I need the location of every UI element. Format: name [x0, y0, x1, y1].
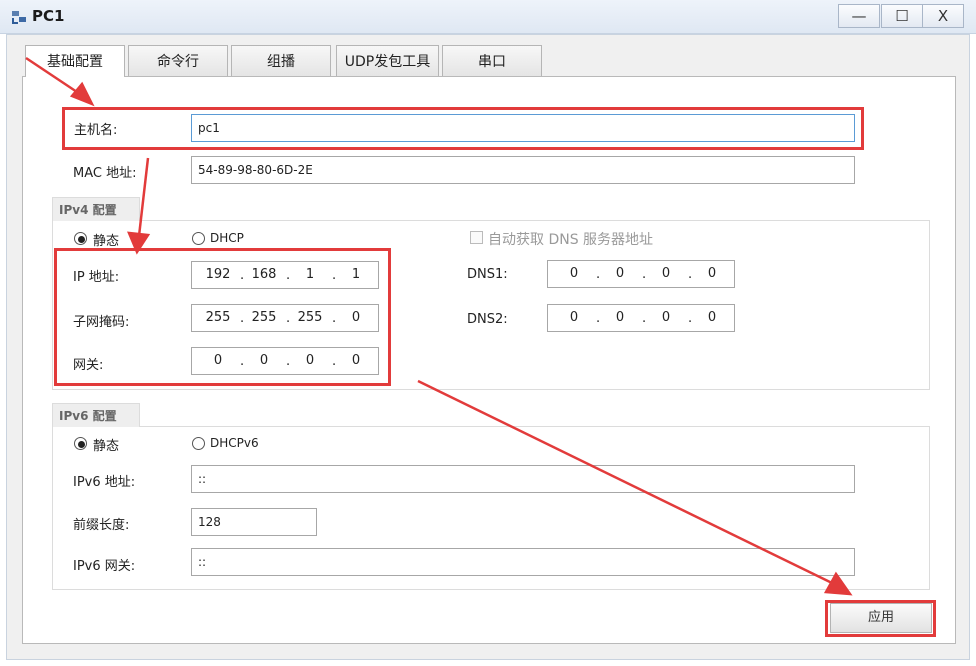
arrow-to-apply: [417, 379, 833, 585]
arrow-to-apply-head: [823, 571, 853, 596]
arrow-to-ipv4-fields-head: [127, 231, 151, 255]
arrow-to-hostname: [25, 56, 81, 96]
annotation-arrows: [25, 56, 853, 596]
arrow-to-hostname-head: [69, 81, 95, 107]
arrow-to-ipv4-fields: [137, 157, 150, 237]
